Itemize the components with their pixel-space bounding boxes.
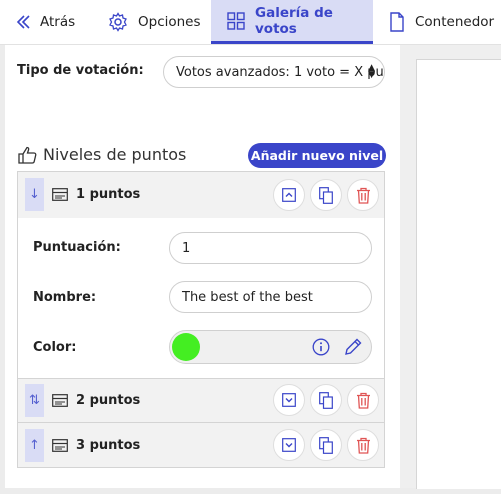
expand-level-button[interactable] [273, 429, 305, 461]
tab-options-label: Opciones [138, 14, 201, 30]
color-label: Color: [33, 340, 77, 355]
preview-canvas [416, 59, 501, 489]
level-row-1: ↓ 1 puntos [17, 171, 385, 219]
card-icon [52, 188, 68, 201]
tab-vote-gallery-label: Galería de votos [255, 4, 333, 37]
drag-handle-1[interactable]: ↓ [25, 178, 44, 211]
thumbs-up-icon [18, 146, 37, 164]
level-label-1: 1 puntos [52, 187, 140, 202]
chevron-down-icon [282, 438, 296, 452]
voting-type-label: Tipo de votación: [17, 63, 144, 78]
select-caret-icon: ▲ ▼ [368, 63, 375, 80]
name-input-value: The best of the best [182, 289, 313, 305]
collapse-level-button[interactable] [273, 179, 305, 211]
score-input[interactable]: 1 [169, 232, 372, 264]
duplicate-level-button[interactable] [310, 429, 342, 461]
level-label-3: 3 puntos [52, 438, 140, 453]
color-swatch[interactable] [172, 333, 200, 361]
voting-type-value: Votos avanzados: 1 voto = X puntos [176, 64, 384, 80]
grid-icon [227, 11, 245, 30]
delete-level-button[interactable] [347, 179, 379, 211]
copy-icon [319, 436, 333, 454]
card-icon [52, 439, 68, 452]
color-picker[interactable] [169, 330, 372, 364]
level-title-1: 1 puntos [76, 187, 141, 202]
score-label: Puntuación: [33, 240, 121, 255]
levels-section-title: Niveles de puntos [18, 145, 186, 164]
copy-icon [319, 186, 333, 204]
level-editor: Puntuación: 1 Nombre: The best of the be… [17, 218, 385, 378]
drag-handle-2[interactable]: ⇅ [25, 384, 44, 417]
level-row-2: ⇅ 2 puntos [17, 378, 385, 423]
card-icon [52, 394, 68, 407]
trash-icon [356, 392, 371, 409]
level-title-3: 3 puntos [76, 438, 141, 453]
document-icon [389, 12, 405, 32]
tab-container-label: Contenedor [415, 14, 495, 30]
drag-handle-3[interactable]: ↑ [25, 429, 44, 462]
level-row-3: ↑ 3 puntos [17, 422, 385, 468]
trash-icon [356, 437, 371, 454]
duplicate-level-button[interactable] [310, 384, 342, 416]
expand-level-button[interactable] [273, 384, 305, 416]
tab-options[interactable]: Opciones [108, 0, 208, 44]
pencil-icon[interactable] [344, 337, 363, 356]
chevron-down-icon [282, 393, 296, 407]
voting-type-select[interactable]: Votos avanzados: 1 voto = X puntos ▲▼ [163, 56, 385, 88]
tab-back-label: Atrás [40, 14, 76, 30]
back-arrow-icon [16, 14, 30, 30]
name-label: Nombre: [33, 290, 97, 305]
tab-bar: Atrás Opciones Galería de votos Contened… [0, 0, 501, 45]
duplicate-level-button[interactable] [310, 179, 342, 211]
tab-container[interactable]: Contenedor [389, 0, 501, 44]
chevron-up-icon [282, 188, 296, 202]
preview-area [400, 45, 501, 489]
delete-level-button[interactable] [347, 384, 379, 416]
arrow-up-down-icon: ⇅ [29, 393, 40, 408]
tab-back[interactable]: Atrás [16, 0, 86, 44]
level-label-2: 2 puntos [52, 393, 140, 408]
score-input-value: 1 [182, 240, 191, 256]
info-icon[interactable] [312, 338, 330, 356]
trash-icon [356, 187, 371, 204]
name-input[interactable]: The best of the best [169, 281, 372, 313]
level-title-2: 2 puntos [76, 393, 141, 408]
delete-level-button[interactable] [347, 429, 379, 461]
copy-icon [319, 391, 333, 409]
levels-section-title-text: Niveles de puntos [43, 145, 187, 164]
arrow-down-icon: ↓ [29, 187, 40, 202]
add-level-button[interactable]: Añadir nuevo nivel [248, 143, 386, 168]
gear-icon [108, 12, 128, 32]
tab-vote-gallery[interactable]: Galería de votos [211, 0, 373, 44]
arrow-up-icon: ↑ [29, 438, 40, 453]
